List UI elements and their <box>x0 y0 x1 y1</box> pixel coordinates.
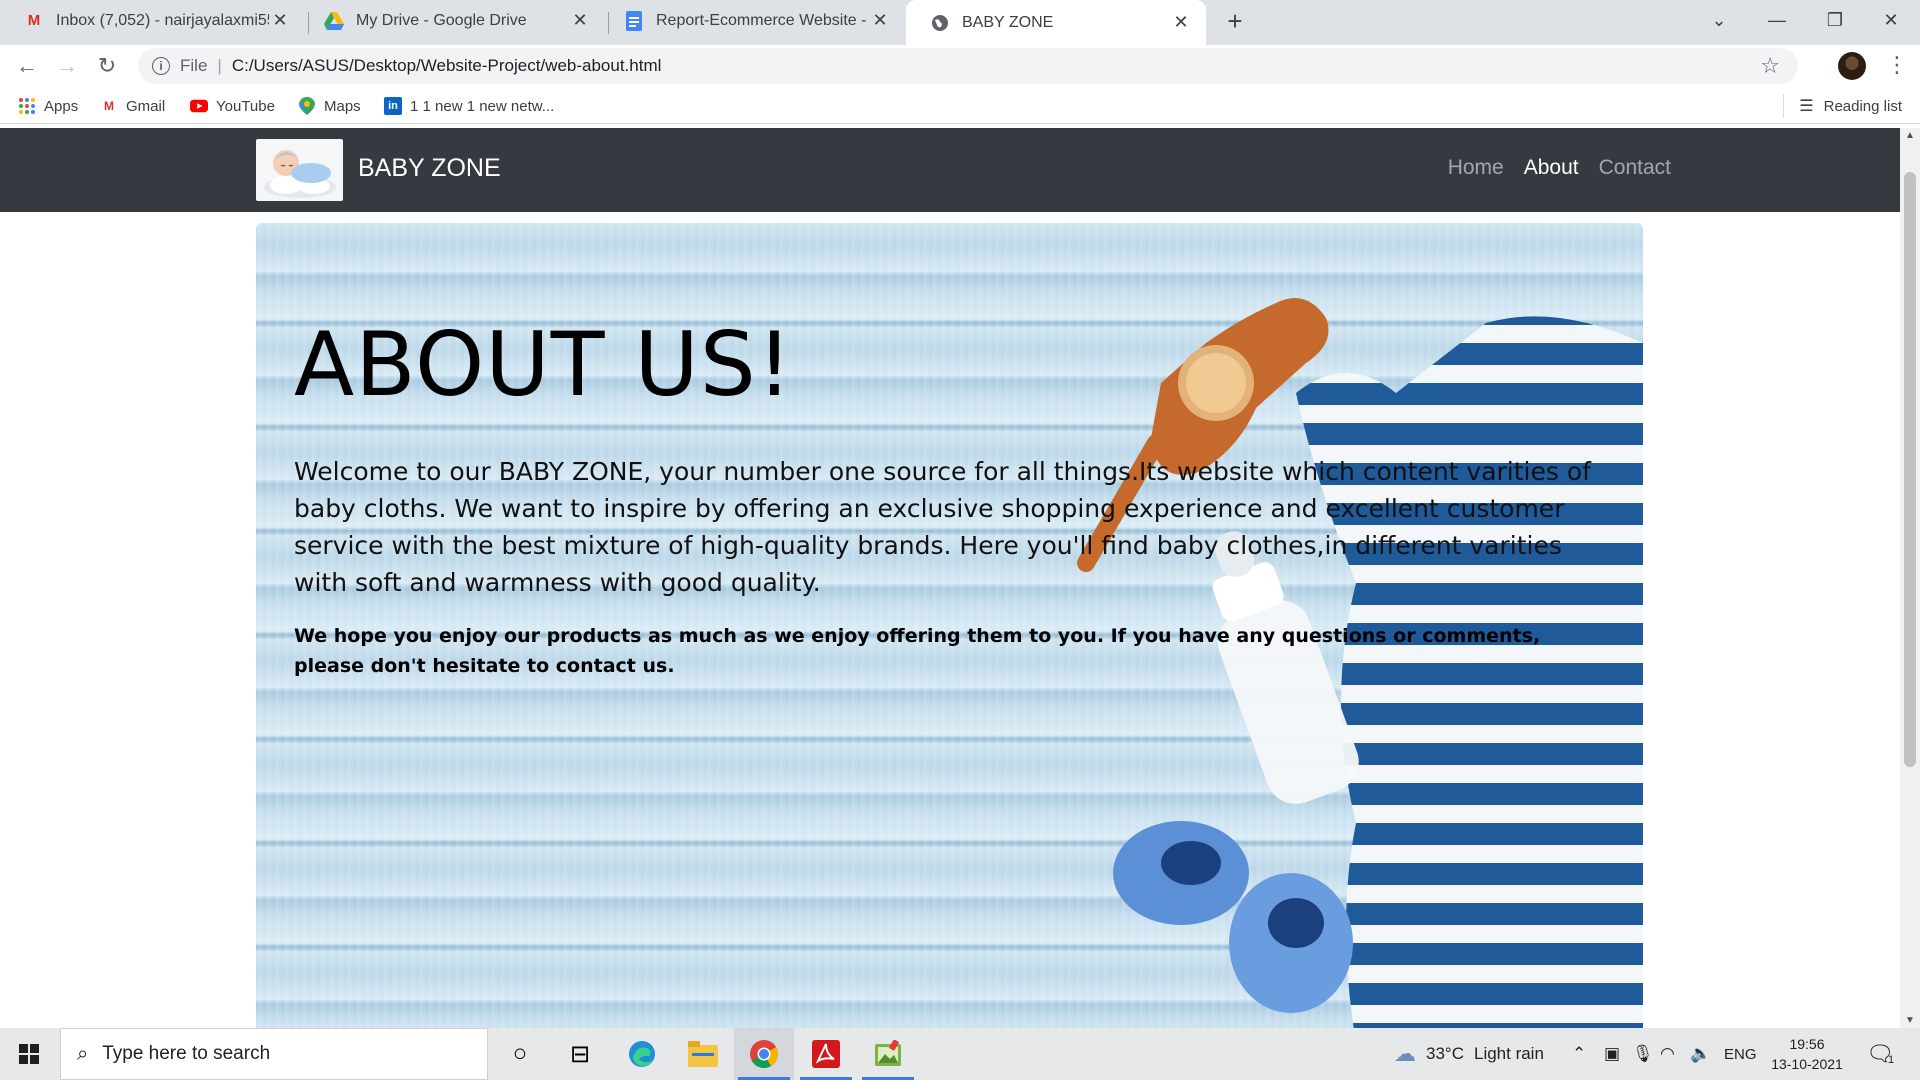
search-icon: ⌕ <box>77 1042 89 1065</box>
scrollbar-thumb[interactable] <box>1904 172 1916 767</box>
reading-list-button[interactable]: ☰ Reading list <box>1783 94 1902 118</box>
url-text: C:/Users/ASUS/Desktop/Website-Project/we… <box>231 56 662 75</box>
windows-logo-icon <box>19 1044 39 1064</box>
system-clock[interactable]: 19:56 13-10-2021 <box>1768 1034 1846 1074</box>
bookmarks-bar: Apps M Gmail YouTube Maps in 1 1 new 1 n… <box>0 88 1920 124</box>
divider <box>1783 94 1785 118</box>
site-brand[interactable]: BABY ZONE <box>358 154 501 183</box>
edge-icon[interactable] <box>612 1028 672 1080</box>
notifications-button[interactable]: 🗨 1 <box>1866 1028 1894 1080</box>
show-hidden-icons-chevron-icon[interactable]: ⌃ <box>1572 1028 1586 1080</box>
nav-home-link[interactable]: Home <box>1448 156 1504 180</box>
meet-now-icon[interactable]: ▣ <box>1604 1028 1620 1080</box>
microphone-icon[interactable]: 🎙 <box>1632 1028 1654 1080</box>
bookmark-label: Gmail <box>126 97 166 115</box>
tab-title: Inbox (7,052) - nairjayalaxmi55@ <box>56 11 269 29</box>
tab-strip: M Inbox (7,052) - nairjayalaxmi55@ ✕ My … <box>0 0 1920 45</box>
globe-icon <box>930 13 950 33</box>
gmail-icon: M <box>104 99 114 113</box>
close-icon[interactable]: ✕ <box>1170 12 1192 34</box>
tab-title: BABY ZONE <box>962 13 1054 31</box>
acrobat-reader-icon[interactable] <box>796 1028 856 1080</box>
google-docs-icon <box>624 10 644 31</box>
about-hero-banner: ABOUT US! Welcome to our BABY ZONE, your… <box>256 223 1643 1028</box>
about-lead-text: Welcome to our BABY ZONE, your number on… <box>294 457 1591 597</box>
linkedin-icon: in <box>384 97 402 115</box>
google-drive-icon <box>324 11 344 31</box>
tab-search-chevron-icon[interactable]: ⌄ <box>1690 0 1748 41</box>
tab-title: Report-Ecommerce Website - Go <box>656 11 869 29</box>
notification-count: 1 <box>1887 1054 1895 1066</box>
clock-date: 13-10-2021 <box>1771 1056 1843 1072</box>
clock-time: 19:56 <box>1789 1036 1825 1052</box>
youtube-icon <box>190 97 208 115</box>
nav-about-link[interactable]: About <box>1524 156 1579 180</box>
cortana-icon[interactable]: ○ <box>490 1028 550 1080</box>
maps-icon <box>298 97 316 115</box>
profile-avatar[interactable] <box>1838 52 1866 80</box>
bookmark-star-icon[interactable]: ☆ <box>1760 53 1780 79</box>
search-placeholder: Type here to search <box>102 1043 271 1064</box>
close-icon[interactable]: ✕ <box>569 10 591 32</box>
forward-button[interactable]: → <box>52 51 82 81</box>
bookmark-label: 1 1 new 1 new netw... <box>410 97 555 115</box>
nav-contact-link[interactable]: Contact <box>1599 156 1671 180</box>
browser-toolbar: ← → ↻ i File | C:/Users/ASUS/Desktop/Web… <box>0 45 1920 85</box>
language-indicator[interactable]: ENG <box>1724 1028 1757 1080</box>
back-button[interactable]: ← <box>12 51 42 81</box>
minimize-button[interactable]: — <box>1748 0 1806 41</box>
restore-button[interactable]: ❐ <box>1806 0 1864 41</box>
gmail-icon: M <box>27 12 41 29</box>
tab-google-drive[interactable]: My Drive - Google Drive ✕ <box>300 0 605 41</box>
page-viewport: BABY ZONE Home About Contact ABOUT US! W… <box>0 128 1900 1028</box>
taskbar-search-box[interactable]: ⌕ Type here to search <box>60 1028 488 1080</box>
scroll-down-arrow-icon[interactable]: ▼ <box>1905 1015 1915 1026</box>
bookmark-youtube[interactable]: YouTube <box>190 94 275 118</box>
tab-baby-zone[interactable]: BABY ZONE ✕ <box>906 0 1206 45</box>
tab-google-docs[interactable]: Report-Ecommerce Website - Go ✕ <box>600 0 905 41</box>
weather-condition: Light rain <box>1473 1044 1544 1063</box>
url-divider: | <box>217 56 222 75</box>
file-explorer-icon[interactable] <box>673 1028 733 1080</box>
task-view-icon[interactable]: ⊟ <box>550 1028 610 1080</box>
page-scrollbar[interactable]: ▲ ▼ <box>1900 128 1920 1028</box>
new-tab-button[interactable]: + <box>1220 6 1250 36</box>
baby-logo-image[interactable] <box>256 139 343 201</box>
bookmark-label: YouTube <box>216 97 275 115</box>
reading-list-label: Reading list <box>1823 97 1902 115</box>
bookmark-gmail[interactable]: M Gmail <box>100 94 165 118</box>
bookmark-linkedin[interactable]: in 1 1 new 1 new netw... <box>384 94 554 118</box>
reading-list-icon: ☰ <box>1799 98 1814 115</box>
site-nav-links: Home About Contact <box>1448 156 1671 180</box>
image-editor-icon[interactable] <box>858 1028 918 1080</box>
rain-cloud-icon: ☁ <box>1394 1041 1416 1066</box>
tab-title: My Drive - Google Drive <box>356 11 527 29</box>
tab-gmail[interactable]: M Inbox (7,052) - nairjayalaxmi55@ ✕ <box>0 0 305 41</box>
url-scheme: File <box>180 56 208 75</box>
menu-kebab-icon[interactable]: ⋮ <box>1886 52 1908 78</box>
about-heading: ABOUT US! <box>294 313 793 416</box>
bookmark-label: Apps <box>44 97 79 115</box>
bookmark-apps[interactable]: Apps <box>18 94 78 118</box>
volume-icon[interactable]: 🔈 <box>1690 1028 1711 1080</box>
site-navbar: BABY ZONE Home About Contact <box>0 128 1900 212</box>
reload-button[interactable]: ↻ <box>92 51 122 81</box>
bookmark-label: Maps <box>324 97 361 115</box>
wifi-icon[interactable]: ◠ <box>1660 1028 1675 1080</box>
weather-widget[interactable]: ☁ 33°C Light rain <box>1394 1028 1544 1080</box>
close-icon[interactable]: ✕ <box>269 10 291 32</box>
scroll-up-arrow-icon[interactable]: ▲ <box>1905 130 1915 141</box>
window-close-button[interactable]: ✕ <box>1862 0 1920 41</box>
bookmark-maps[interactable]: Maps <box>298 94 361 118</box>
about-closing-note: We hope you enjoy our products as much a… <box>294 625 1541 677</box>
chrome-icon[interactable] <box>734 1028 794 1080</box>
windows-taskbar: ⌕ Type here to search ○ ⊟ ☁ 33°C Light r… <box>0 1028 1920 1080</box>
apps-grid-icon <box>18 97 36 115</box>
site-info-icon[interactable]: i <box>152 57 170 75</box>
start-button[interactable] <box>0 1028 58 1080</box>
weather-temp: 33°C <box>1426 1044 1464 1063</box>
address-bar[interactable]: i File | C:/Users/ASUS/Desktop/Website-P… <box>138 48 1798 84</box>
close-icon[interactable]: ✕ <box>869 10 891 32</box>
